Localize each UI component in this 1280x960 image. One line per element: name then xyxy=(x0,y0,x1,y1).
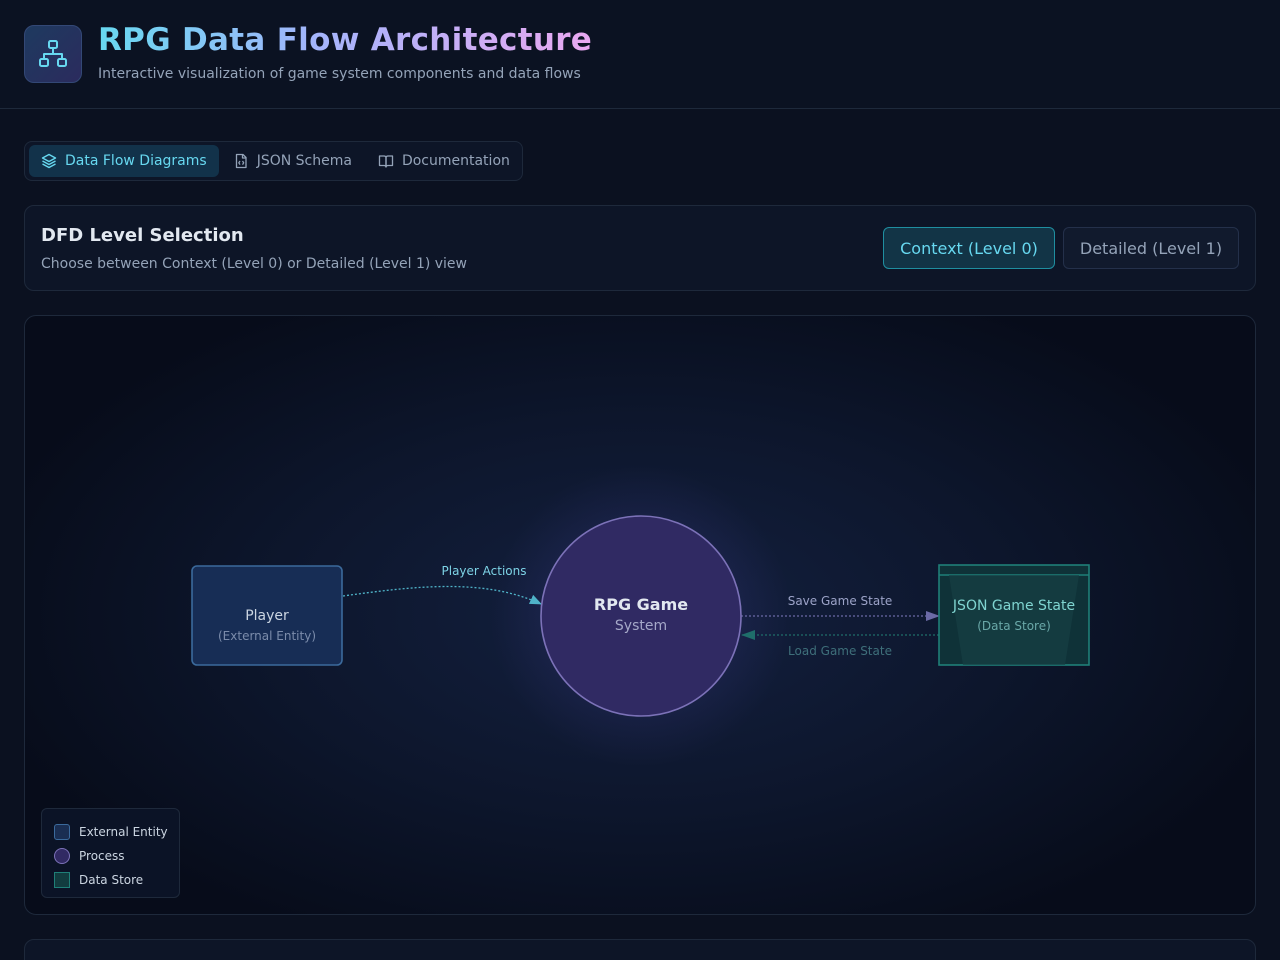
detailed-level-1-button[interactable]: Detailed (Level 1) xyxy=(1063,227,1239,269)
rpg-game-process[interactable]: RPG Game System xyxy=(540,515,742,717)
load-game-state-label: Load Game State xyxy=(788,644,892,658)
diagram-canvas: Player Actions Save Game State Load Game… xyxy=(191,466,1090,766)
book-icon xyxy=(378,155,394,168)
store-type: (Data Store) xyxy=(977,619,1051,633)
process-swatch xyxy=(54,848,70,864)
legend-item-data-store: Data Store xyxy=(54,868,179,892)
save-game-state-label: Save Game State xyxy=(788,594,893,608)
process-name: RPG Game xyxy=(594,595,688,614)
view-tabs: Data Flow Diagrams JSON Schema Documenta… xyxy=(24,141,523,181)
tab-data-flow-diagrams[interactable]: Data Flow Diagrams xyxy=(29,145,219,177)
level-selection-title: DFD Level Selection xyxy=(41,225,244,246)
app-header: RPG Data Flow Architecture Interactive v… xyxy=(0,0,1280,109)
data-flow-diagram: Player Actions Save Game State Load Game… xyxy=(24,315,1256,915)
player-external-entity[interactable]: Player (External Entity) xyxy=(191,565,343,666)
data-store-swatch xyxy=(54,872,70,888)
network-hierarchy-icon xyxy=(24,25,82,83)
tab-label: Data Flow Diagrams xyxy=(65,153,207,169)
legend-item-external-entity: External Entity xyxy=(54,820,179,844)
page-title: RPG Data Flow Architecture xyxy=(98,22,593,58)
tab-label: Documentation xyxy=(401,153,510,169)
legend-label: Process xyxy=(79,849,125,863)
dfd-level-selection-card: DFD Level Selection Choose between Conte… xyxy=(24,205,1256,291)
store-name: JSON Game State xyxy=(952,598,1075,614)
diagram-legend: External Entity Process Data Store xyxy=(41,808,180,898)
tab-label: JSON Schema xyxy=(256,153,352,169)
player-actions-label: Player Actions xyxy=(442,564,527,578)
external-entity-swatch xyxy=(54,824,70,840)
json-game-state-data-store[interactable]: JSON Game State (Data Store) xyxy=(938,564,1090,666)
process-type: System xyxy=(615,618,667,634)
level-selection-description: Choose between Context (Level 0) or Deta… xyxy=(41,256,467,272)
details-panel xyxy=(24,939,1256,960)
layers-icon xyxy=(41,153,57,169)
legend-item-process: Process xyxy=(54,844,179,868)
tab-json-schema[interactable]: JSON Schema xyxy=(221,145,364,177)
player-entity-type: (External Entity) xyxy=(218,629,316,643)
tab-documentation[interactable]: Documentation xyxy=(366,145,522,177)
page-subtitle: Interactive visualization of game system… xyxy=(98,66,581,82)
legend-label: Data Store xyxy=(79,873,144,887)
legend-label: External Entity xyxy=(79,825,168,839)
context-level-0-button[interactable]: Context (Level 0) xyxy=(883,227,1055,269)
code-file-icon xyxy=(235,153,247,169)
player-entity-name: Player xyxy=(245,608,289,624)
